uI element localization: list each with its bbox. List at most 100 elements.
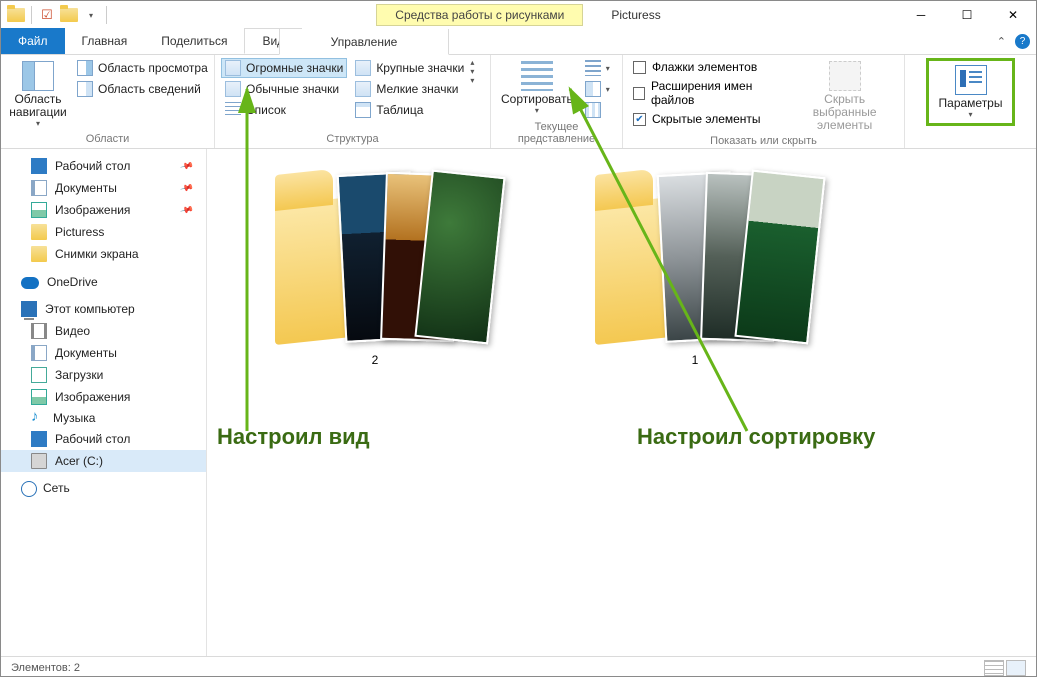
sort-button[interactable]: Сортировать ▾	[497, 58, 577, 118]
layout-more-icon[interactable]: ▾	[470, 76, 474, 85]
annotation-view: Настроил вид	[217, 424, 370, 450]
table-label: Таблица	[376, 103, 423, 117]
nav-pictures-2[interactable]: Изображения	[1, 386, 206, 408]
nav-pane-button[interactable]: Область навигации ▾	[7, 58, 69, 131]
nav-this-pc[interactable]: Этот компьютер	[1, 298, 206, 320]
group-panes: Область навигации ▾ Область просмотра Об…	[1, 55, 215, 148]
nav-onedrive[interactable]: OneDrive	[1, 271, 206, 292]
onedrive-icon	[21, 277, 39, 289]
folder-icon	[31, 246, 47, 262]
group-show-hide: Флажки элементов Расширения имен файлов …	[623, 55, 905, 148]
nav-documents-2[interactable]: Документы	[1, 342, 206, 364]
nav-documents[interactable]: Документы	[1, 177, 206, 199]
group-show-label: Показать или скрыть	[629, 135, 898, 150]
table-button[interactable]: Таблица	[351, 100, 468, 120]
list-button[interactable]: Список	[221, 100, 347, 120]
large-view-icon[interactable]	[1006, 660, 1026, 676]
window-title: Picturess	[611, 8, 660, 22]
file-extensions-toggle[interactable]: Расширения имен файлов	[629, 77, 785, 109]
folder-item[interactable]: 1	[595, 155, 795, 367]
folder-name: 1	[595, 353, 795, 367]
folder-thumbnail	[595, 155, 795, 345]
add-columns-icon	[585, 81, 601, 97]
layout-scroll-up-icon[interactable]: ▴	[470, 58, 474, 67]
hidden-label: Скрытые элементы	[652, 112, 761, 126]
nav-pane-label: Область навигации	[9, 93, 66, 119]
nav-picturess[interactable]: Picturess	[1, 221, 206, 243]
content-area[interactable]: 2 1 Настроил вид Настроил сортиров	[207, 149, 1036, 656]
medium-icons-button[interactable]: Обычные значки	[221, 79, 347, 99]
nav-disk-c[interactable]: Acer (C:)	[1, 450, 206, 472]
documents-icon	[31, 180, 47, 196]
group-layout-label: Структура	[221, 133, 484, 148]
tab-manage[interactable]: Управление	[279, 29, 449, 55]
layout-scroll-down-icon[interactable]: ▾	[470, 67, 474, 76]
sort-icon	[521, 61, 553, 91]
nav-downloads[interactable]: Загрузки	[1, 364, 206, 386]
extra-large-icon	[225, 60, 241, 76]
details-pane-button[interactable]: Область сведений	[73, 79, 212, 99]
group-by-button[interactable]: ▾	[581, 58, 614, 78]
checkbox-checked-icon: ✔	[633, 113, 646, 126]
table-icon	[355, 102, 371, 118]
details-view-icon[interactable]	[984, 660, 1004, 676]
options-button[interactable]: Параметры ▾	[926, 58, 1016, 126]
large-label: Крупные значки	[376, 61, 464, 75]
tab-file[interactable]: Файл	[1, 28, 65, 54]
desktop-icon	[31, 431, 47, 447]
extensions-label: Расширения имен файлов	[651, 79, 785, 107]
tab-home[interactable]: Главная	[65, 28, 145, 54]
preview-pane-label: Область просмотра	[98, 61, 208, 75]
item-checkboxes-toggle[interactable]: Флажки элементов	[629, 58, 785, 76]
size-columns-button[interactable]	[581, 100, 614, 120]
tab-share[interactable]: Поделиться	[144, 28, 244, 54]
nav-screenshots[interactable]: Снимки экрана	[1, 243, 206, 265]
group-current-label: Текущее представление	[497, 121, 616, 148]
close-button[interactable]: ✕	[990, 1, 1036, 29]
small-label: Мелкие значки	[376, 82, 458, 96]
options-label: Параметры	[939, 97, 1003, 110]
nav-videos[interactable]: Видео	[1, 320, 206, 342]
video-icon	[31, 323, 47, 339]
group-layout: Огромные значки Обычные значки Список Кр…	[215, 55, 491, 148]
large-icons-button[interactable]: Крупные значки	[351, 58, 468, 78]
options-icon	[955, 65, 987, 95]
pc-icon	[21, 301, 37, 317]
hide-selected-label: Скрыть выбранные элементы	[795, 93, 894, 132]
desktop-icon	[31, 158, 47, 174]
folder-quick-icon-2[interactable]	[60, 6, 78, 24]
nav-pictures[interactable]: Изображения	[1, 199, 206, 221]
nav-network[interactable]: Сеть	[1, 478, 206, 498]
network-icon	[21, 481, 35, 495]
hide-selected-button: Скрыть выбранные элементы	[791, 58, 898, 135]
collapse-ribbon-icon[interactable]: ⌃	[997, 35, 1006, 48]
large-icon	[355, 60, 371, 76]
folder-item[interactable]: 2	[275, 155, 475, 367]
qat-dropdown-icon[interactable]: ▾	[82, 6, 100, 24]
minimize-button[interactable]: ─	[898, 1, 944, 29]
medium-icon	[225, 81, 241, 97]
extra-large-icons-button[interactable]: Огромные значки	[221, 58, 347, 78]
documents-icon	[31, 345, 47, 361]
maximize-button[interactable]: ☐	[944, 1, 990, 29]
folder-quick-icon[interactable]	[7, 6, 25, 24]
small-icon	[355, 81, 371, 97]
hidden-items-toggle[interactable]: ✔ Скрытые элементы	[629, 110, 785, 128]
folder-icon	[31, 224, 47, 240]
navigation-pane[interactable]: Рабочий стол Документы Изображения Pictu…	[1, 149, 207, 656]
help-icon[interactable]: ?	[1015, 34, 1030, 49]
details-pane-icon	[77, 81, 93, 97]
add-columns-button[interactable]: ▾	[581, 79, 614, 99]
nav-desktop-2[interactable]: Рабочий стол	[1, 428, 206, 450]
nav-desktop[interactable]: Рабочий стол	[1, 155, 206, 177]
preview-pane-button[interactable]: Область просмотра	[73, 58, 212, 78]
nav-music[interactable]: Музыка	[1, 408, 206, 428]
group-options: Параметры ▾	[905, 55, 1036, 148]
small-icons-button[interactable]: Мелкие значки	[351, 79, 468, 99]
qat-check-icon[interactable]: ☑	[38, 6, 56, 24]
pictures-icon	[31, 202, 47, 218]
hide-selected-icon	[829, 61, 861, 91]
window-controls: ─ ☐ ✕	[898, 1, 1036, 29]
annotation-sort: Настроил сортировку	[637, 424, 875, 450]
list-label: Список	[246, 103, 286, 117]
